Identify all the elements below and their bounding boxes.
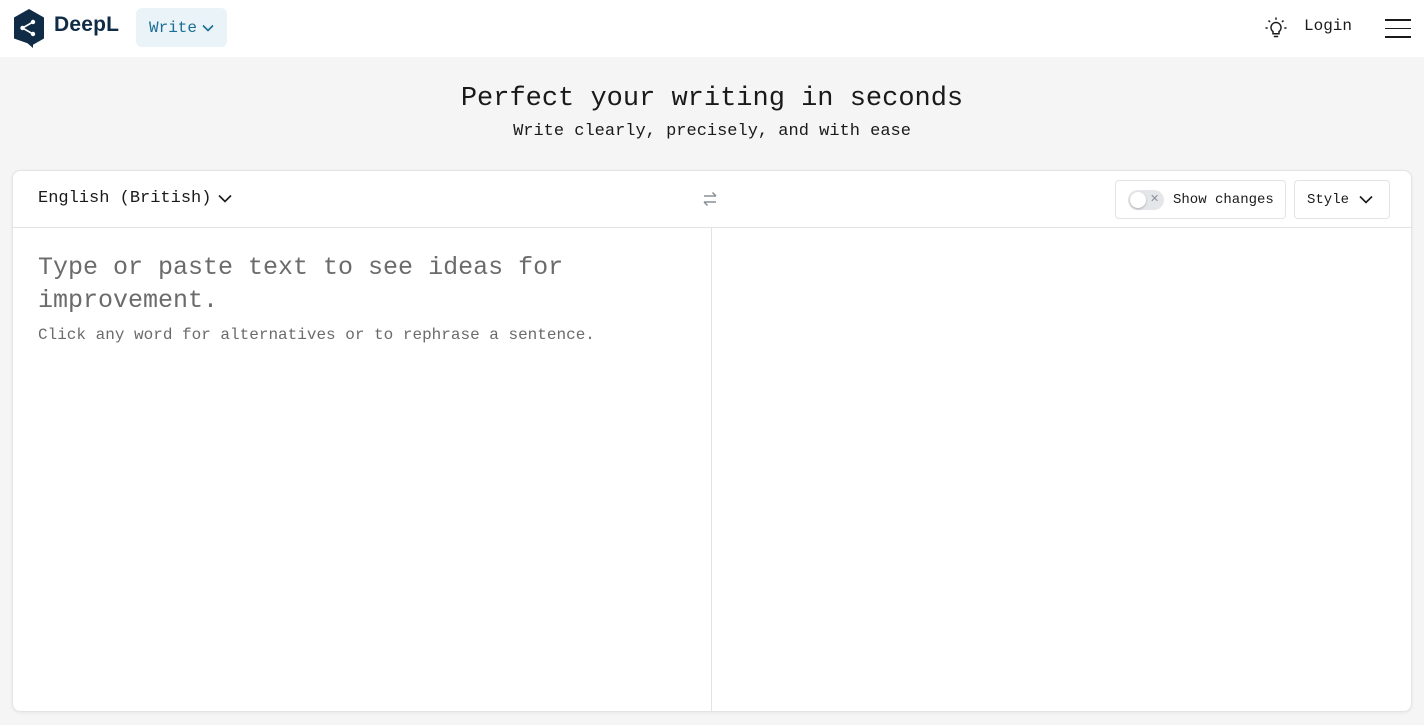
- language-selector[interactable]: English (British): [38, 189, 233, 208]
- write-mode-label: Write: [148, 18, 197, 37]
- toggle-knob: [1130, 191, 1146, 208]
- login-link[interactable]: Login: [1304, 17, 1352, 35]
- close-icon: ✕: [1150, 191, 1160, 205]
- source-placeholder: Type or paste text to see ideas for impr…: [38, 253, 564, 315]
- page-subtitle: Write clearly, precisely, and with ease: [513, 122, 911, 141]
- show-changes-toggle[interactable]: ✕ Show changes: [1115, 180, 1286, 219]
- chevron-down-icon: [218, 194, 233, 203]
- write-editor-card: English (British) ✕ Show changes Style T…: [12, 170, 1412, 712]
- deepl-logo[interactable]: DeepL: [12, 8, 119, 48]
- write-mode-dropdown[interactable]: Write: [136, 8, 227, 47]
- lightbulb-icon[interactable]: [1264, 16, 1288, 40]
- improved-text-area: [712, 228, 1411, 711]
- page-title: Perfect your writing in seconds: [460, 84, 964, 114]
- source-text-area[interactable]: Type or paste text to see ideas for impr…: [38, 251, 678, 344]
- toggle-switch[interactable]: ✕: [1128, 189, 1164, 210]
- swap-arrows-icon[interactable]: [701, 190, 719, 208]
- style-label: Style: [1307, 191, 1350, 208]
- chevron-down-icon: [1359, 195, 1373, 204]
- chevron-down-icon: [202, 24, 214, 32]
- source-hint: Click any word for alternatives or to re…: [38, 326, 595, 344]
- brand-name: DeepL: [54, 13, 120, 36]
- deepl-logo-icon: [14, 9, 44, 48]
- show-changes-label: Show changes: [1173, 191, 1274, 208]
- top-navigation-bar: DeepL Write Login: [0, 0, 1424, 57]
- language-label: English (British): [38, 189, 212, 208]
- editor-toolbar: English (British) ✕ Show changes Style: [13, 171, 1411, 228]
- hamburger-menu-icon[interactable]: [1385, 19, 1411, 38]
- style-dropdown[interactable]: Style: [1294, 180, 1390, 219]
